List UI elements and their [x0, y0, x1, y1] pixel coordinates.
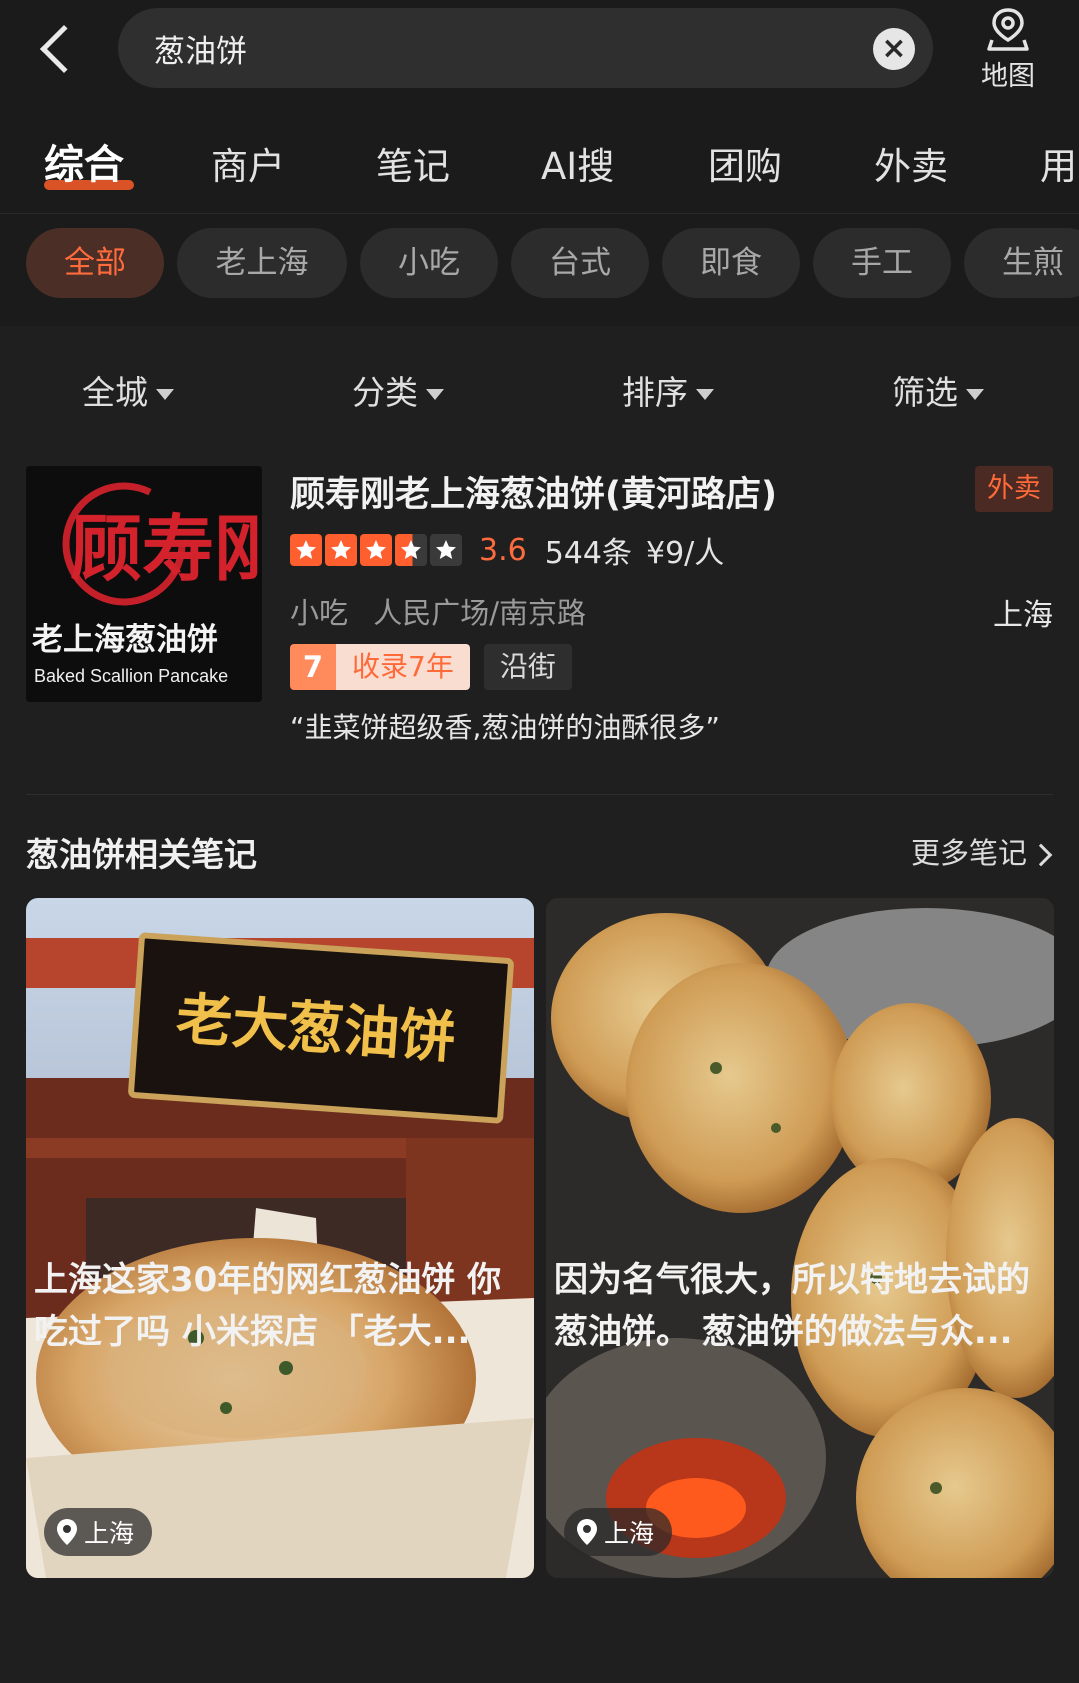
- map-pin-icon: [987, 8, 1029, 51]
- shop-meta: 小吃 人民广场/南京路: [290, 590, 602, 632]
- note-title-line: 上海这家30年的网红葱油饼 你: [34, 1260, 502, 1300]
- keyword-chips: 全部 老上海 小吃 台式 即食 手工 生煎: [0, 222, 1079, 326]
- rating-row: 3.6 544条 ¥9/人: [290, 530, 725, 571]
- tab-ai-search[interactable]: AI搜: [541, 136, 614, 190]
- tab-more[interactable]: 用: [1040, 136, 1077, 190]
- caret-down-icon: [696, 389, 714, 400]
- chip-instant[interactable]: 即食: [662, 228, 800, 298]
- category-tabs: 综合 商户 笔记 AI搜 团购 外卖 用: [0, 118, 1079, 214]
- filter-category-label: 分类: [352, 373, 418, 412]
- location-pin-icon: [577, 1519, 597, 1545]
- star-icon: [360, 534, 392, 566]
- clear-icon[interactable]: ×: [873, 28, 915, 70]
- filter-sort[interactable]: 排序: [622, 366, 714, 414]
- shop-city: 上海: [993, 598, 1053, 633]
- location-label: 上海: [604, 1519, 655, 1548]
- years-text: 收录7年: [336, 644, 470, 690]
- svg-text:顾寿刚: 顾寿刚: [70, 506, 262, 591]
- filter-city-label: 全城: [82, 373, 148, 412]
- rating-score: 3.6: [479, 532, 527, 568]
- search-input[interactable]: 葱油饼: [154, 26, 247, 71]
- filter-sort-label: 排序: [622, 373, 688, 412]
- chevron-right-icon: [1029, 843, 1053, 867]
- note-image: 老大葱油饼: [26, 898, 534, 1578]
- svg-text:老上海葱油饼: 老上海葱油饼: [32, 622, 218, 658]
- tab-comprehensive[interactable]: 综合: [44, 132, 124, 190]
- tab-delivery[interactable]: 外卖: [874, 136, 948, 190]
- star-icon: [325, 534, 357, 566]
- chip-old-shanghai[interactable]: 老上海: [177, 228, 347, 298]
- notes-section-title: 葱油饼相关笔记: [26, 835, 257, 874]
- note-title[interactable]: 上海这家30年的网红葱油饼 你 吃过了吗 小米探店 「老大...: [34, 1254, 534, 1358]
- filter-bar: 全城 分类 排序 筛选: [0, 366, 1079, 416]
- tab-merchants[interactable]: 商户: [211, 136, 285, 190]
- location-pin-icon: [57, 1519, 77, 1545]
- note-card[interactable]: 老大葱油饼 上海: [26, 898, 534, 1578]
- map-label: 地图: [981, 61, 1035, 92]
- map-button[interactable]: 地图: [968, 6, 1048, 92]
- chip-snack[interactable]: 小吃: [360, 228, 498, 298]
- avg-price: ¥9/人: [645, 536, 725, 571]
- note-title[interactable]: 因为名气很大，所以特地去试的 葱油饼。 葱油饼的做法与众...: [554, 1254, 1054, 1358]
- empty-star-icon: [430, 534, 462, 566]
- svg-text:Baked Scallion Pancake: Baked Scallion Pancake: [34, 666, 228, 686]
- more-notes-link[interactable]: 更多笔记: [910, 830, 1053, 872]
- note-card[interactable]: 上海: [546, 898, 1054, 1578]
- chip-pan-fried[interactable]: 生煎: [964, 228, 1079, 298]
- caret-down-icon: [966, 389, 984, 400]
- search-bar[interactable]: 葱油饼 ×: [118, 8, 933, 88]
- filter-screen[interactable]: 筛选: [892, 366, 984, 414]
- years-listed-tag: 7 收录7年: [290, 644, 470, 690]
- top-bar: 葱油饼 × 地图: [0, 0, 1079, 110]
- tab-notes[interactable]: 笔记: [376, 136, 450, 190]
- note-title-line: 因为名气很大，所以特地去试的: [554, 1260, 1030, 1300]
- tab-group-buy[interactable]: 团购: [708, 136, 782, 190]
- divider: [26, 794, 1053, 795]
- review-quote: “韭菜饼超级香,葱油饼的油酥很多”: [290, 711, 720, 744]
- shop-tags: 7 收录7年 沿街: [290, 644, 572, 690]
- chip-all[interactable]: 全部: [26, 228, 164, 298]
- shop-logo: 顾寿刚 老上海葱油饼 Baked Scallion Pancake: [26, 466, 262, 702]
- review-count: 544条: [544, 536, 632, 571]
- location-tag: 上海: [44, 1508, 153, 1556]
- filter-category[interactable]: 分类: [352, 366, 444, 414]
- shop-category: 小吃: [290, 596, 349, 630]
- caret-down-icon: [156, 389, 174, 400]
- chip-taiwanese[interactable]: 台式: [511, 228, 649, 298]
- filter-screen-label: 筛选: [892, 373, 958, 412]
- chip-handmade[interactable]: 手工: [813, 228, 951, 298]
- note-title-line: 葱油饼。 葱油饼的做法与众...: [554, 1312, 1013, 1352]
- caret-down-icon: [426, 389, 444, 400]
- filter-city[interactable]: 全城: [82, 366, 174, 414]
- note-title-line: 吃过了吗 小米探店 「老大...: [34, 1312, 471, 1352]
- back-button[interactable]: [28, 14, 89, 84]
- results-area: 全城 分类 排序 筛选 顾寿刚 老上海葱油饼 Baked Scallion Pa…: [0, 326, 1079, 1683]
- location-tag: 上海: [564, 1508, 673, 1556]
- star-icon: [290, 534, 322, 566]
- more-notes-label: 更多笔记: [910, 836, 1027, 870]
- note-image: [546, 898, 1054, 1578]
- years-number: 7: [290, 644, 336, 690]
- shop-name[interactable]: 顾寿刚老上海葱油饼(黄河路店): [290, 466, 777, 517]
- location-label: 上海: [84, 1519, 135, 1548]
- half-star-icon: [395, 534, 427, 566]
- shop-area: 人民广场/南京路: [373, 596, 587, 630]
- delivery-badge: 外卖: [975, 466, 1053, 512]
- shop-card[interactable]: 顾寿刚 老上海葱油饼 Baked Scallion Pancake 顾寿刚老上海…: [0, 466, 1079, 796]
- street-tag: 沿街: [483, 644, 572, 690]
- back-arrow-icon: [39, 24, 89, 74]
